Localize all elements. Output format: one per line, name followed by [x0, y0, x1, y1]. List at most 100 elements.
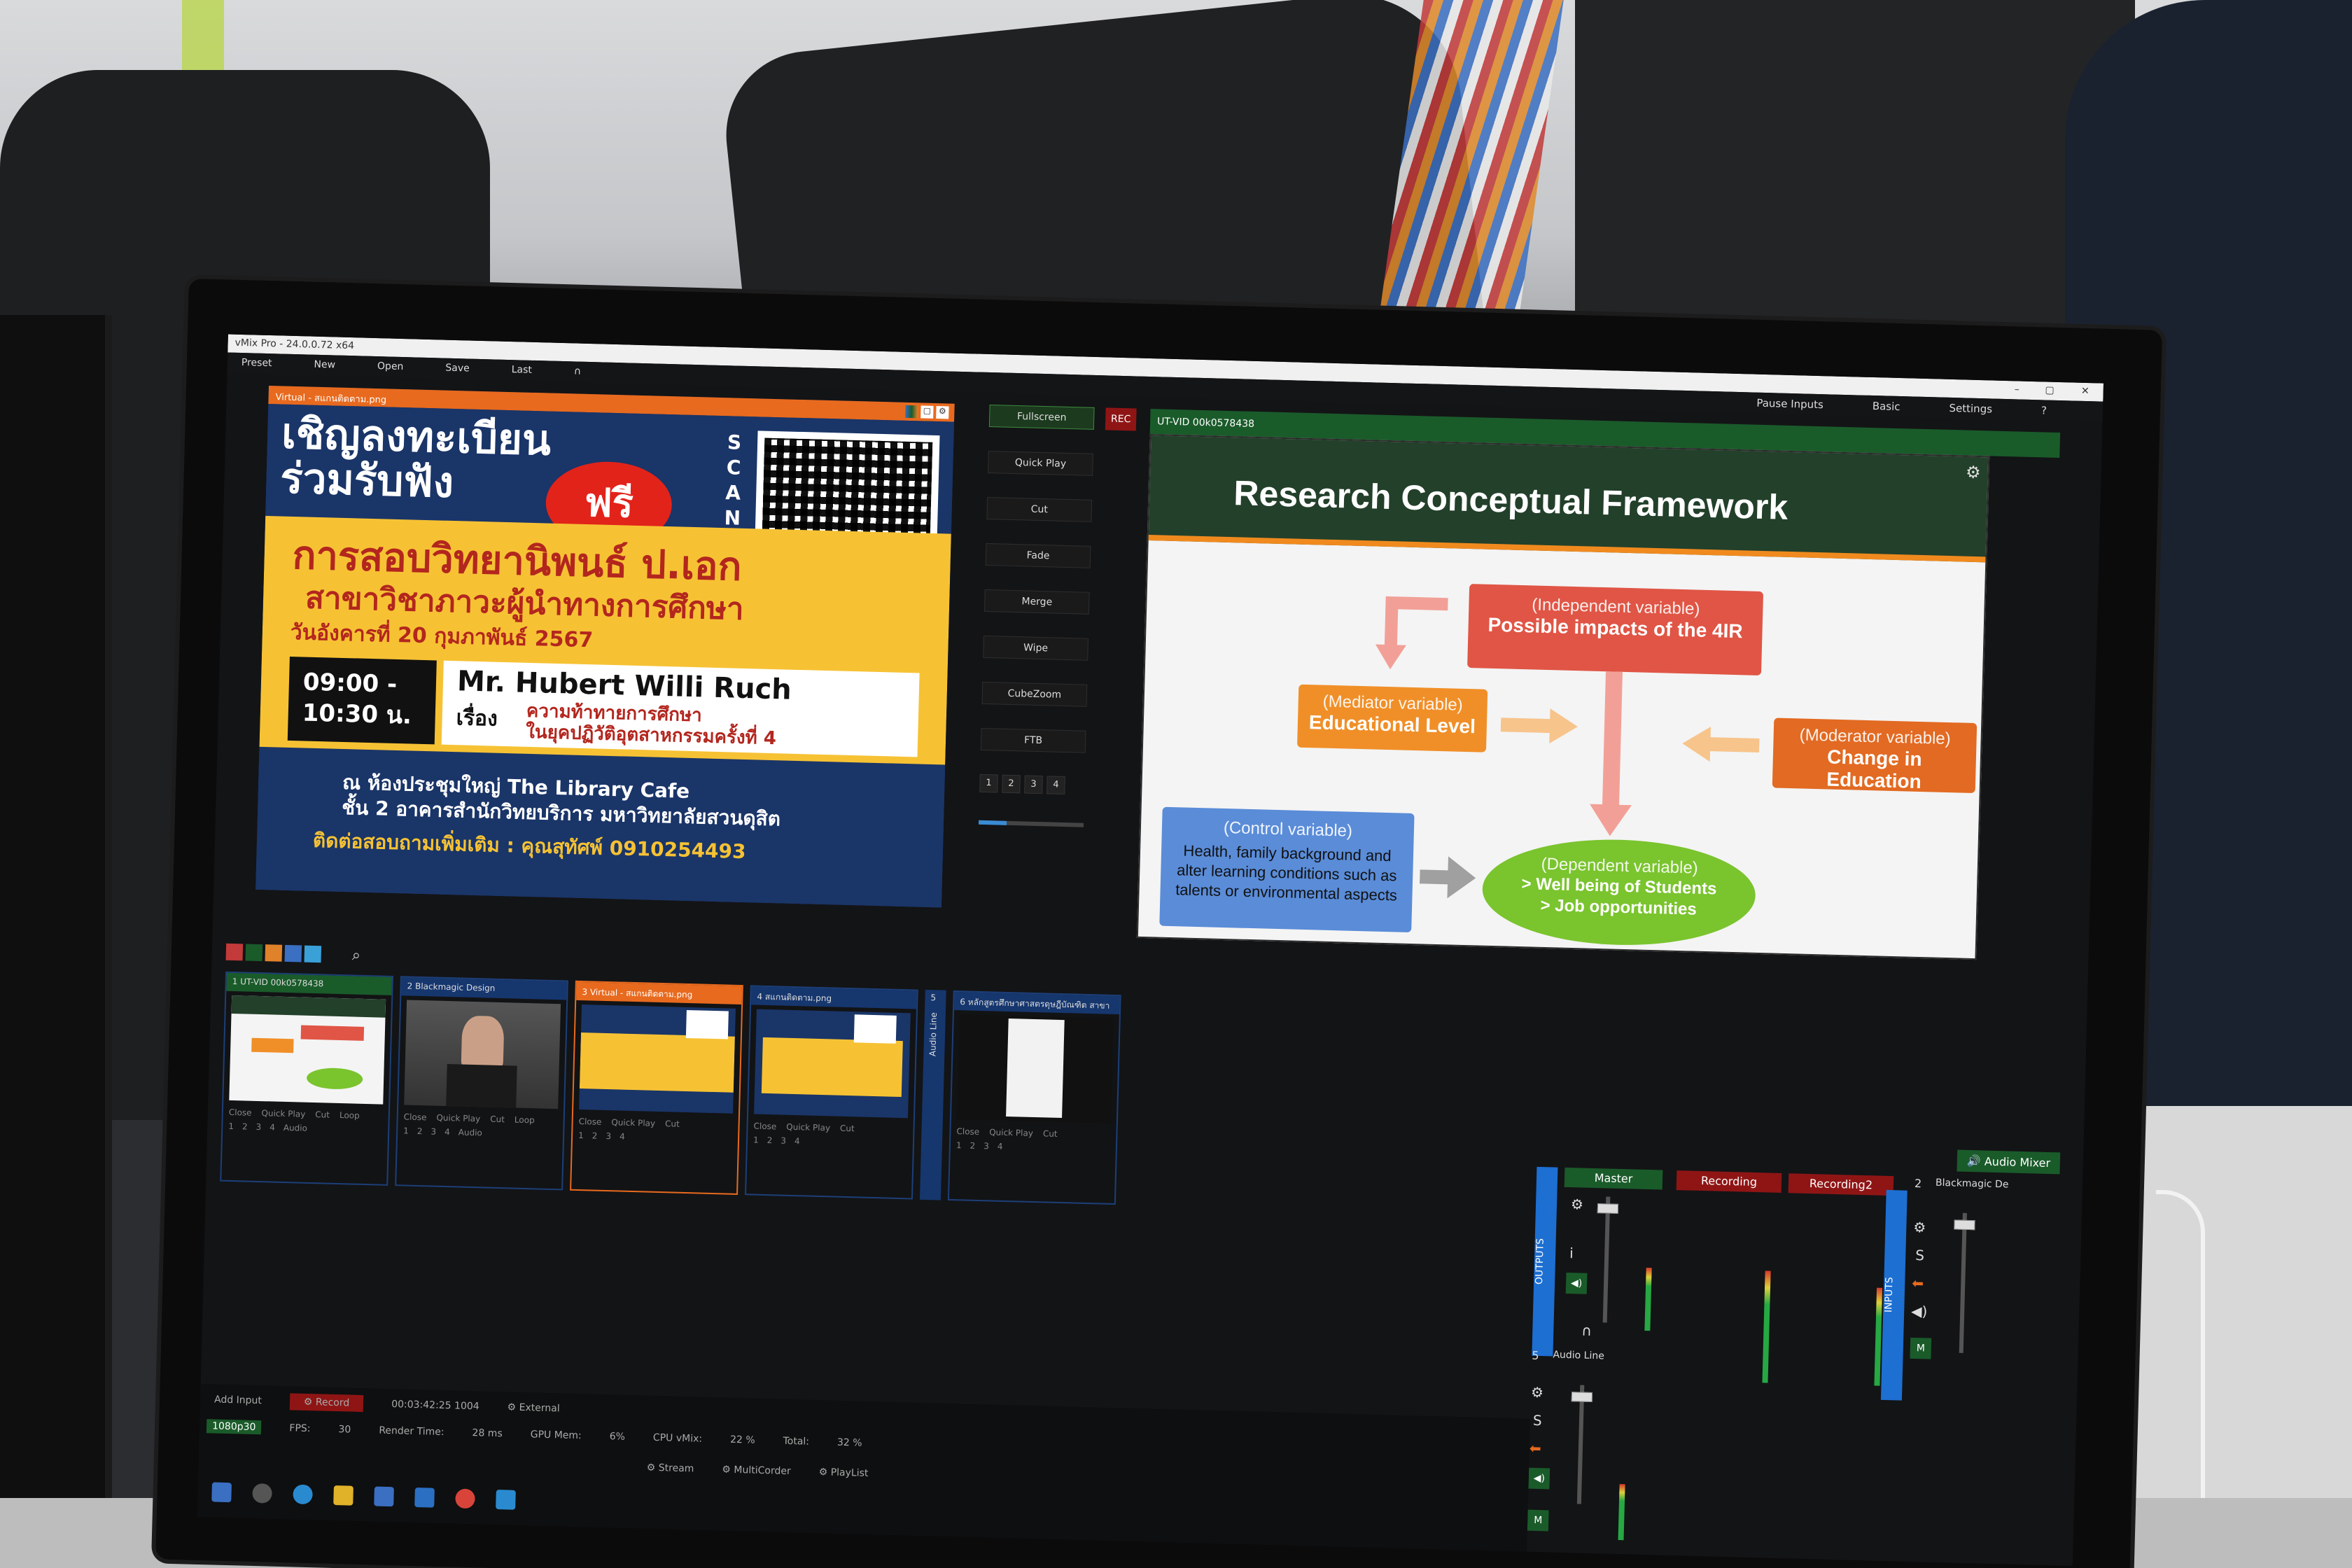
mail-icon[interactable] — [414, 1488, 435, 1508]
t-bar-slider[interactable] — [978, 820, 1084, 827]
arrow-left-icon[interactable]: ⬅ — [1912, 1275, 1924, 1292]
search-icon[interactable] — [252, 1483, 272, 1504]
gear-icon[interactable]: ⚙ — [1913, 1219, 1926, 1236]
color-swatch[interactable] — [265, 944, 283, 962]
store-icon[interactable] — [374, 1486, 394, 1507]
settings-button[interactable]: Settings — [1949, 402, 1992, 416]
quick-play-button[interactable]: Quick Play — [989, 1127, 1033, 1138]
close-button[interactable]: Close — [956, 1126, 979, 1137]
multicorder-button[interactable]: ⚙ MultiCorder — [722, 1464, 791, 1478]
overlay-button[interactable]: 2 — [417, 1126, 423, 1136]
loop-button[interactable]: Loop — [340, 1110, 360, 1121]
overlay-button[interactable]: 1 — [578, 1130, 584, 1140]
speaker-icon[interactable]: ◀) — [1528, 1467, 1550, 1490]
menu-save[interactable]: Save — [445, 363, 470, 376]
speaker-icon[interactable]: ◀) — [1565, 1272, 1588, 1294]
cut-button[interactable]: Cut — [490, 1114, 505, 1125]
window-icon[interactable]: ▢ — [920, 405, 934, 419]
menu-new[interactable]: New — [314, 359, 335, 372]
mute-button[interactable]: M — [1527, 1509, 1549, 1532]
color-icon[interactable] — [905, 405, 918, 419]
overlay-button[interactable]: 4 — [270, 1122, 275, 1132]
audio-line-tile[interactable]: 5 Audio Line — [919, 989, 946, 1200]
overlay-1-button[interactable]: 1 — [979, 774, 998, 793]
rec-button[interactable]: REC — [1105, 407, 1137, 431]
overlay-button[interactable]: 2 — [767, 1135, 773, 1145]
solo-button[interactable]: S — [1533, 1412, 1542, 1429]
overlay-3-button[interactable]: 3 — [1024, 775, 1043, 794]
overlay-button[interactable]: 4 — [997, 1142, 1003, 1152]
merge-button[interactable]: Merge — [983, 589, 1090, 615]
ftb-button[interactable]: FTB — [980, 727, 1086, 753]
audio-button[interactable]: Audio — [458, 1127, 482, 1138]
input2-fader-knob[interactable] — [1954, 1219, 1975, 1231]
gear-icon[interactable]: ⚙ — [936, 406, 949, 419]
add-input-button[interactable]: Add Input — [214, 1394, 262, 1406]
headphones-icon[interactable]: ∩ — [574, 365, 582, 378]
audio-button[interactable]: Audio — [284, 1123, 307, 1133]
chrome-icon[interactable] — [455, 1488, 475, 1509]
cut-button[interactable]: Cut — [665, 1119, 680, 1129]
input5-fader-knob[interactable] — [1571, 1392, 1593, 1403]
quick-play-button[interactable]: Quick Play — [786, 1122, 830, 1133]
gear-icon[interactable]: ⚙ — [1531, 1384, 1544, 1401]
overlay-button[interactable]: 4 — [794, 1136, 800, 1146]
minimize-icon[interactable]: – — [2015, 384, 2019, 395]
preview-panel[interactable]: Virtual - สแกนติดตาม.png ▢ ⚙ เชิญลงทะเบี… — [255, 386, 955, 908]
overlay-button[interactable]: 3 — [430, 1126, 436, 1136]
close-button[interactable]: Close — [404, 1112, 427, 1122]
quick-play-button[interactable]: Quick Play — [261, 1108, 305, 1119]
vmix-icon[interactable] — [496, 1490, 516, 1510]
input-tile[interactable]: 1 UT-VID 00k0578438 Close Quick Play Cut… — [220, 971, 394, 1186]
overlay-button[interactable]: 4 — [620, 1132, 625, 1142]
record-button[interactable]: ⚙ Record — [289, 1393, 364, 1413]
basic-button[interactable]: Basic — [1872, 400, 1900, 413]
overlay-button[interactable]: 1 — [753, 1135, 759, 1145]
gear-icon[interactable]: ⚙ — [1966, 463, 1981, 483]
pause-inputs-button[interactable]: Pause Inputs — [1756, 397, 1823, 411]
overlay-button[interactable]: 2 — [242, 1121, 248, 1131]
audio-mixer-label[interactable]: 🔊 Audio Mixer — [1956, 1149, 2061, 1175]
input-tile[interactable]: 4 สแกนติดตาม.png Close Quick Play Cut 1 … — [745, 985, 918, 1200]
inputs-tab[interactable]: INPUTS — [1880, 1189, 1907, 1401]
input-tile-preview[interactable]: 3 Virtual - สแกนติดตาม.png Close Quick P… — [570, 980, 743, 1195]
overlay-button[interactable]: 3 — [780, 1136, 786, 1146]
close-icon[interactable]: ✕ — [2081, 386, 2090, 397]
info-icon[interactable]: i — [1569, 1245, 1574, 1261]
playlist-button[interactable]: ⚙ PlayList — [818, 1466, 868, 1479]
menu-last[interactable]: Last — [511, 364, 533, 377]
fullscreen-button[interactable]: Fullscreen — [988, 404, 1095, 430]
overlay-4-button[interactable]: 4 — [1046, 776, 1065, 795]
overlay-button[interactable]: 3 — [983, 1141, 989, 1151]
cut-button[interactable]: Cut — [1043, 1128, 1058, 1139]
search-icon[interactable]: ⌕ — [351, 946, 360, 964]
cut-button[interactable]: Cut — [986, 496, 1093, 522]
input5-fader-track[interactable] — [1576, 1385, 1585, 1504]
input-tile[interactable]: 6 หลักสูตรศึกษาศาสตรดุษฎีบัณฑิต สาขา Clo… — [947, 990, 1121, 1205]
color-swatch[interactable] — [245, 944, 263, 962]
help-button[interactable]: ? — [2041, 404, 2047, 416]
speaker-icon[interactable]: ◀) — [1911, 1303, 1928, 1320]
cubezoom-button[interactable]: CubeZoom — [981, 681, 1088, 707]
quick-play-button[interactable]: Quick Play — [436, 1113, 480, 1124]
gear-icon[interactable]: ⚙ — [1571, 1196, 1584, 1212]
input-tile[interactable]: 2 Blackmagic Design Close Quick Play Cut… — [395, 976, 568, 1191]
overlay-button[interactable]: 1 — [956, 1140, 962, 1150]
quick-play-button[interactable]: Quick Play — [611, 1117, 655, 1128]
solo-button[interactable]: S — [1915, 1247, 1924, 1264]
menu-preset[interactable]: Preset — [241, 357, 272, 370]
windows-start-icon[interactable] — [211, 1482, 232, 1503]
loop-button[interactable]: Loop — [514, 1115, 535, 1126]
overlay-button[interactable]: 2 — [969, 1141, 975, 1151]
headphones-icon[interactable]: ∩ — [1581, 1322, 1592, 1339]
close-button[interactable]: Close — [229, 1107, 252, 1118]
input2-fader-track[interactable] — [1959, 1212, 1967, 1353]
edge-icon[interactable] — [293, 1484, 313, 1505]
overlay-button[interactable]: 4 — [444, 1127, 450, 1137]
wipe-button[interactable]: Wipe — [983, 635, 1088, 661]
overlay-2-button[interactable]: 2 — [1002, 774, 1021, 794]
color-swatch[interactable] — [284, 944, 302, 962]
overlay-button[interactable]: 3 — [255, 1122, 261, 1132]
arrow-left-icon[interactable]: ⬅ — [1530, 1440, 1541, 1457]
color-swatch[interactable] — [304, 945, 322, 963]
